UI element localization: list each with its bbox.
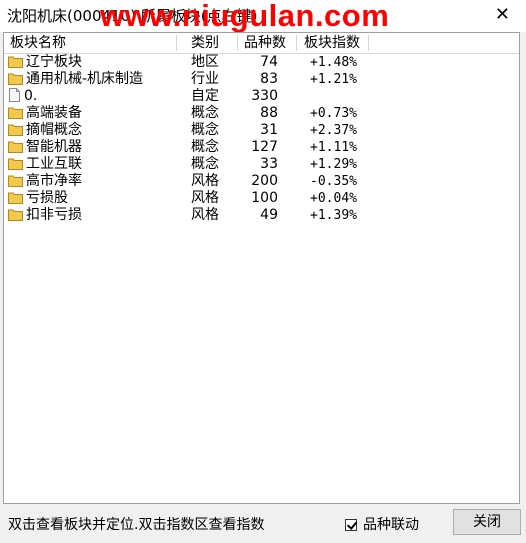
- row-count: 83: [260, 71, 278, 87]
- table-row[interactable]: 智能机器 概念 127 +1.11%: [4, 139, 519, 156]
- row-type: 行业: [191, 71, 219, 87]
- row-type: 概念: [191, 122, 219, 138]
- table-row[interactable]: 工业互联 概念 33 +1.29%: [4, 156, 519, 173]
- row-count: 127: [251, 139, 278, 155]
- hint-text: 双击查看板块并定位.双击指数区查看指数: [8, 517, 265, 533]
- row-count: 88: [260, 105, 278, 121]
- row-type: 风格: [191, 190, 219, 206]
- column-header-count[interactable]: 品种数: [244, 33, 286, 53]
- list-body: 辽宁板块 地区 74 +1.48% 通用机械-机床制造 行业 83 +1.21% 0. 自定 330…: [4, 54, 519, 224]
- sector-list[interactable]: 板块名称 类别 品种数 板块指数 辽宁板块 地区 74 +1.48% 通用机械-机床制造…: [3, 32, 520, 504]
- column-divider[interactable]: [176, 35, 177, 51]
- row-name-label: 通用机械-机床制造: [26, 71, 144, 87]
- column-header-index[interactable]: 板块指数: [304, 33, 360, 53]
- row-index-change[interactable]: +0.73%: [294, 105, 357, 122]
- row-count: 31: [260, 122, 278, 138]
- row-index-change[interactable]: +0.04%: [294, 190, 357, 207]
- row-type: 风格: [191, 207, 219, 223]
- row-count: 200: [251, 173, 278, 189]
- title-bar[interactable]: 沈阳机床(000410) 所属板块(点右键) www.niugulan.com …: [0, 0, 526, 33]
- column-header-name[interactable]: 板块名称: [10, 33, 66, 53]
- folder-icon: [8, 208, 23, 226]
- row-name-label: 工业互联: [26, 156, 82, 172]
- row-type: 风格: [191, 173, 219, 189]
- row-type: 概念: [191, 139, 219, 155]
- column-divider[interactable]: [237, 35, 238, 51]
- row-name-label: 摘帽概念: [26, 122, 82, 138]
- table-row[interactable]: 0. 自定 330: [4, 88, 519, 105]
- row-type: 地区: [191, 54, 219, 70]
- column-header-type[interactable]: 类别: [191, 33, 219, 53]
- row-count: 100: [251, 190, 278, 206]
- list-header: 板块名称 类别 品种数 板块指数: [4, 33, 519, 54]
- row-count: 74: [260, 54, 278, 70]
- close-icon[interactable]: ✕: [495, 4, 510, 25]
- row-name-label: 亏损股: [26, 190, 68, 206]
- row-type: 概念: [191, 156, 219, 172]
- row-index-change[interactable]: +1.21%: [294, 71, 357, 88]
- row-index-change[interactable]: +1.48%: [294, 54, 357, 71]
- close-button[interactable]: 关闭: [453, 509, 521, 535]
- column-divider[interactable]: [368, 35, 369, 51]
- row-name-label: 0.: [24, 88, 38, 104]
- table-row[interactable]: 扣非亏损 风格 49 +1.39%: [4, 207, 519, 224]
- table-row[interactable]: 辽宁板块 地区 74 +1.48%: [4, 54, 519, 71]
- row-type: 概念: [191, 105, 219, 121]
- watermark-text: www.niugulan.com: [100, 0, 390, 33]
- row-count: 330: [251, 88, 278, 104]
- table-row[interactable]: 摘帽概念 概念 31 +2.37%: [4, 122, 519, 139]
- row-name: 扣非亏损: [8, 207, 82, 226]
- row-name-label: 高市净率: [26, 173, 82, 189]
- row-index-change[interactable]: +1.11%: [294, 139, 357, 156]
- checkbox-checked-icon[interactable]: [345, 519, 357, 531]
- table-row[interactable]: 通用机械-机床制造 行业 83 +1.21%: [4, 71, 519, 88]
- column-divider[interactable]: [296, 35, 297, 51]
- row-name-label: 高端装备: [26, 105, 82, 121]
- linkage-checkbox[interactable]: 品种联动: [345, 514, 419, 534]
- row-index-change[interactable]: +1.29%: [294, 156, 357, 173]
- row-count: 49: [260, 207, 278, 223]
- row-name-label: 扣非亏损: [26, 207, 82, 223]
- table-row[interactable]: 亏损股 风格 100 +0.04%: [4, 190, 519, 207]
- table-row[interactable]: 高端装备 概念 88 +0.73%: [4, 105, 519, 122]
- table-row[interactable]: 高市净率 风格 200 -0.35%: [4, 173, 519, 190]
- row-name-label: 智能机器: [26, 139, 82, 155]
- row-index-change[interactable]: -0.35%: [294, 173, 357, 190]
- sector-dialog: 沈阳机床(000410) 所属板块(点右键) www.niugulan.com …: [0, 0, 526, 543]
- checkbox-label: 品种联动: [363, 517, 419, 533]
- row-count: 33: [260, 156, 278, 172]
- row-type: 自定: [191, 88, 219, 104]
- row-index-change[interactable]: +1.39%: [294, 207, 357, 224]
- row-name-label: 辽宁板块: [26, 54, 82, 70]
- row-index-change[interactable]: +2.37%: [294, 122, 357, 139]
